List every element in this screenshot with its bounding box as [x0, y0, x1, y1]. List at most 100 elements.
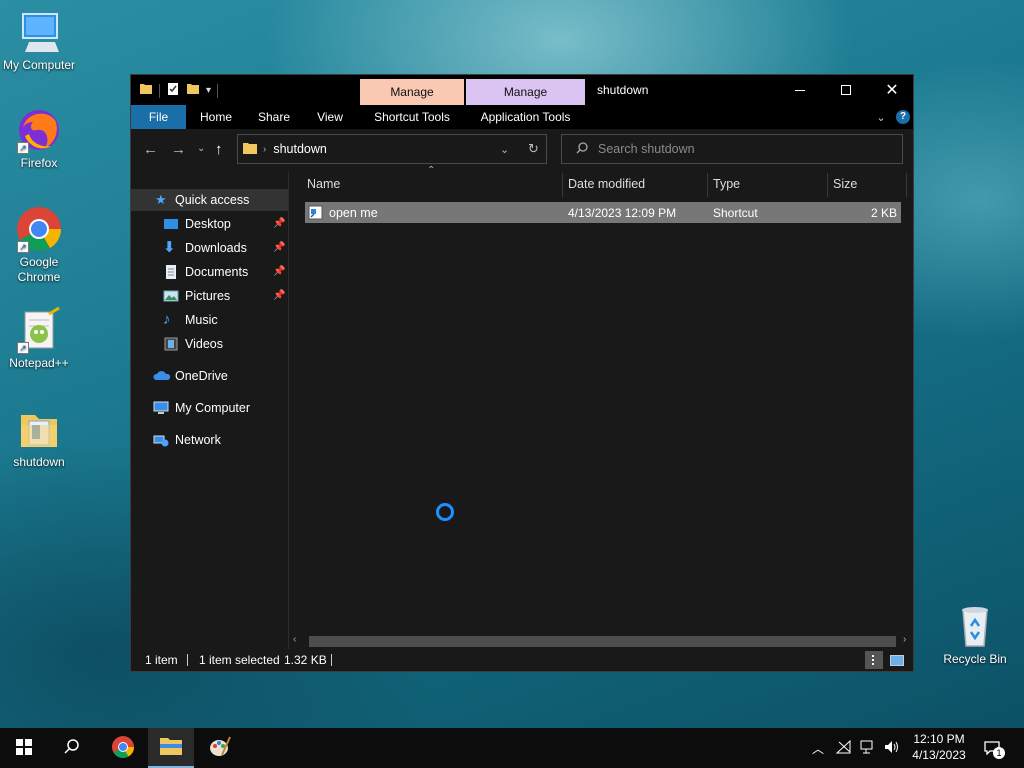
desktop-icon-shutdown-folder[interactable]: shutdown — [1, 405, 77, 470]
action-center-button[interactable]: 1 — [972, 728, 1012, 768]
search-button[interactable] — [49, 728, 95, 768]
file-list: ⌃ Name Date modified Type Size open me 4… — [289, 165, 913, 649]
refresh-icon[interactable]: ↻ — [528, 141, 539, 157]
address-bar[interactable]: › shutdown ⌄ ↻ — [237, 134, 547, 164]
tab-share[interactable]: Share — [249, 105, 299, 129]
context-tab-label: Manage — [390, 85, 434, 99]
nav-item-videos[interactable]: Videos — [163, 333, 223, 355]
taskbar-file-explorer[interactable] — [148, 728, 194, 768]
pin-icon: 📌 — [273, 242, 286, 253]
nav-item-documents[interactable]: Documents — [163, 261, 248, 283]
search-box[interactable]: Search shutdown — [561, 134, 903, 164]
context-tab-manage-application[interactable]: Manage — [466, 79, 585, 105]
tab-application-tools[interactable]: Application Tools — [466, 105, 585, 129]
nav-label: Music — [185, 313, 218, 327]
context-tab-manage-shortcut[interactable]: Manage — [360, 79, 464, 105]
tab-view[interactable]: View — [305, 105, 355, 129]
desktop-icon-my-computer[interactable]: My Computer — [1, 8, 77, 73]
desktop-icon-recycle-bin[interactable]: Recycle Bin — [937, 602, 1013, 667]
properties-icon[interactable] — [166, 82, 180, 99]
back-button[interactable]: ← — [143, 141, 158, 158]
desktop-icon-firefox[interactable]: ↗ Firefox — [1, 106, 77, 171]
network-disconnected-icon[interactable] — [835, 739, 852, 757]
nav-label: Pictures — [185, 289, 231, 303]
tab-home[interactable]: Home — [191, 105, 241, 129]
column-header-name[interactable]: Name — [307, 171, 561, 197]
nav-label: Network — [175, 433, 221, 447]
clock-date: 4/13/2023 — [912, 748, 966, 762]
chevron-down-icon: ⌄ — [197, 143, 206, 154]
scroll-right-icon[interactable]: › — [903, 634, 906, 645]
nav-item-network[interactable]: Network — [153, 429, 221, 451]
recent-locations-button[interactable]: ⌄ — [197, 143, 205, 154]
desktop-icon — [163, 216, 179, 232]
column-separator[interactable] — [707, 173, 708, 197]
busy-cursor-icon — [436, 503, 454, 521]
context-tab-label: Manage — [503, 85, 548, 99]
maximize-button[interactable] — [823, 75, 869, 105]
taskbar-paint[interactable] — [197, 728, 243, 768]
nav-label: Documents — [185, 265, 249, 279]
quick-access-toolbar: ▾ — [139, 82, 219, 99]
horizontal-scrollbar[interactable]: ‹ › — [289, 633, 913, 649]
scrollbar-thumb[interactable] — [309, 636, 896, 647]
folder-icon — [242, 140, 258, 159]
network-icon[interactable] — [860, 740, 876, 757]
folder-icon — [15, 405, 63, 453]
desktop-icon-notepadpp[interactable]: ↗ Notepad++ — [1, 306, 77, 371]
column-header-date-modified[interactable]: Date modified — [568, 171, 706, 197]
new-folder-icon[interactable] — [186, 82, 200, 99]
forward-button[interactable]: → — [171, 141, 186, 158]
nav-item-music[interactable]: ♪ Music — [163, 309, 218, 331]
search-placeholder: Search shutdown — [598, 142, 695, 156]
tab-shortcut-tools[interactable]: Shortcut Tools — [360, 105, 464, 129]
close-button[interactable]: ✕ — [869, 75, 915, 105]
nav-item-quick-access[interactable]: ★ Quick access — [131, 189, 288, 211]
up-button[interactable]: ↑ — [215, 141, 223, 158]
nav-item-my-computer[interactable]: My Computer — [153, 397, 250, 419]
maximize-icon — [841, 85, 851, 95]
taskbar-clock[interactable]: 12:10 PM 4/13/2023 — [908, 731, 970, 763]
tab-label: File — [148, 110, 169, 124]
customize-qat-icon[interactable]: ▾ — [206, 85, 211, 96]
notification-icon: 1 — [984, 741, 1005, 759]
address-dropdown-icon[interactable]: ⌄ — [500, 143, 509, 156]
column-header-type[interactable]: Type — [713, 171, 827, 197]
large-icons-view-button[interactable] — [889, 652, 905, 668]
taskbar-chrome[interactable] — [100, 728, 146, 768]
nav-item-pictures[interactable]: Pictures — [163, 285, 230, 307]
show-hidden-icons-button[interactable]: ︿ — [812, 740, 824, 757]
help-button[interactable]: ? — [895, 105, 911, 129]
column-header-label: Name — [307, 177, 341, 191]
column-header-label: Size — [833, 177, 858, 191]
column-separator[interactable] — [906, 173, 907, 197]
scroll-left-icon[interactable]: ‹ — [293, 634, 296, 645]
clock-time: 12:10 PM — [913, 732, 965, 746]
column-header-size[interactable]: Size — [833, 171, 903, 197]
breadcrumb-current[interactable]: shutdown — [273, 142, 327, 156]
desktop-icon-chrome[interactable]: ↗ Google Chrome — [1, 205, 77, 285]
pin-icon: 📌 — [273, 218, 286, 229]
volume-icon[interactable] — [884, 740, 900, 757]
nav-item-onedrive[interactable]: OneDrive — [153, 365, 228, 387]
nav-item-downloads[interactable]: ⬇ Downloads — [163, 237, 247, 259]
desktop-icon-label: My Computer — [2, 58, 76, 72]
details-view-button[interactable] — [865, 651, 883, 669]
column-header-label: Date modified — [568, 177, 646, 191]
desktop-icon-label: Firefox — [20, 156, 58, 170]
table-row[interactable]: open me 4/13/2023 12:09 PM Shortcut 2 KB — [305, 202, 901, 223]
computer-icon — [153, 400, 169, 416]
taskbar: ︿ 12:10 PM 4/13/2023 1 — [0, 728, 1024, 768]
window-title: shutdown — [597, 83, 649, 97]
separator — [159, 83, 160, 98]
minimize-button[interactable] — [777, 75, 823, 105]
column-separator[interactable] — [562, 173, 563, 197]
column-separator[interactable] — [827, 173, 828, 197]
pin-icon: 📌 — [273, 290, 286, 301]
start-button[interactable] — [1, 728, 47, 768]
expand-ribbon-button[interactable]: ⌄ — [873, 105, 889, 129]
minimize-icon — [795, 89, 805, 91]
tab-file[interactable]: File — [131, 105, 186, 129]
nav-item-desktop[interactable]: Desktop — [163, 213, 231, 235]
star-icon: ★ — [155, 192, 167, 207]
